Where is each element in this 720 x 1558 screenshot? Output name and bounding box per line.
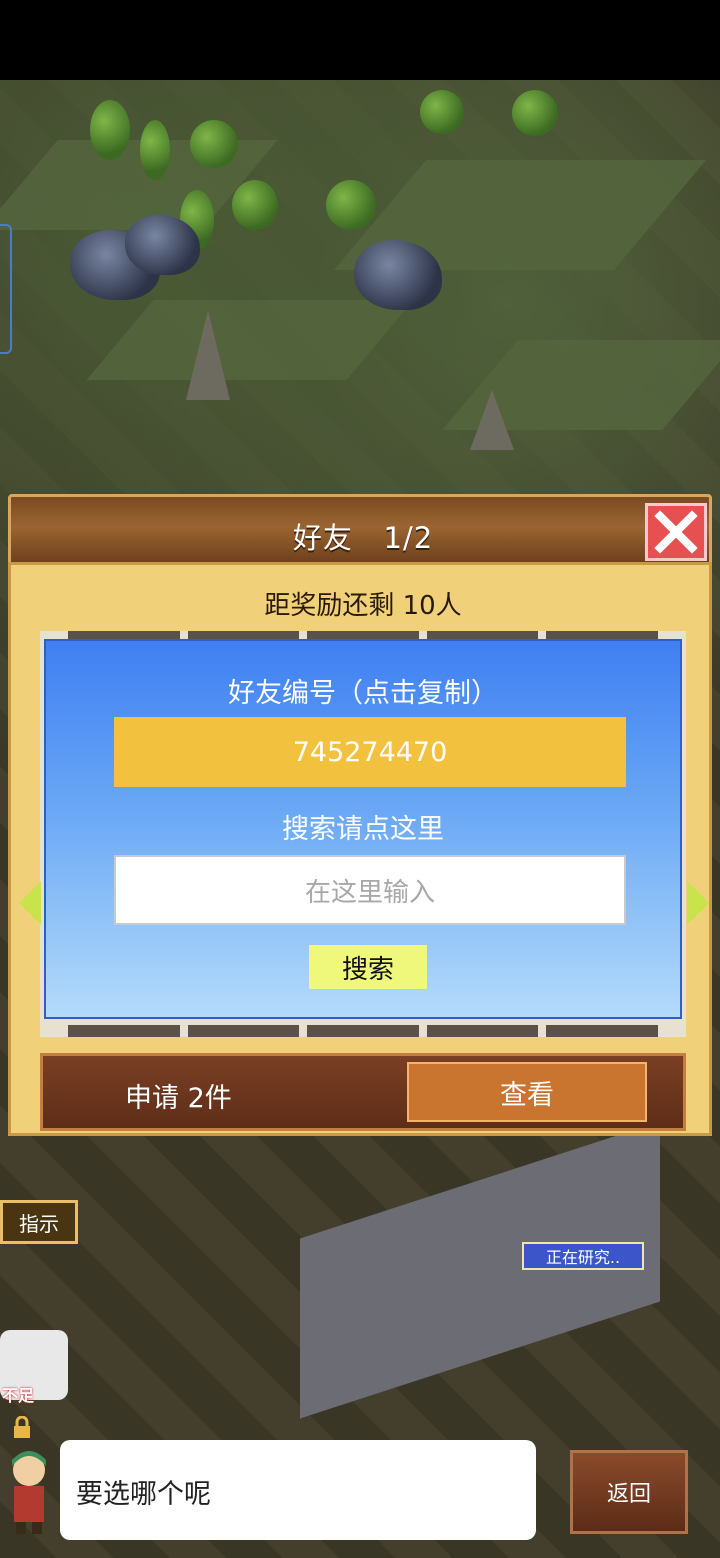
- back-button[interactable]: 返回: [570, 1450, 688, 1534]
- dialog-title: 好友 1/2: [11, 515, 715, 557]
- search-button[interactable]: 搜索: [309, 945, 427, 989]
- panel-bottom-tabs: [40, 1025, 686, 1037]
- grass-patch: [86, 300, 414, 380]
- friend-search-panel: 好友编号（点击复制） 745274470 搜索请点这里 在这里输入 搜索: [44, 639, 682, 1019]
- status-bar: [0, 0, 720, 80]
- search-label: 搜索请点这里: [282, 814, 444, 845]
- message-text: 要选哪个呢: [76, 1479, 211, 1510]
- reward-remaining-text: 距奖励还剩 10人: [264, 591, 462, 621]
- friend-requests-bar: 申请 2件 查看: [40, 1053, 686, 1131]
- dialog-body: 距奖励还剩 10人 好友编号（点击复制） 745274470 搜索请点这里 在这…: [8, 562, 712, 1136]
- lack-label: 不足: [2, 1386, 35, 1405]
- tree: [190, 120, 238, 168]
- tree: [512, 90, 558, 136]
- tree: [326, 180, 376, 230]
- arrow-right-icon[interactable]: [687, 881, 709, 925]
- friends-dialog: 好友 1/2 距奖励还剩 10人 好友编号（点击复制） 745274470 搜索…: [8, 494, 712, 1136]
- arrow-left-icon[interactable]: [19, 881, 41, 925]
- panel-top-tabs: [40, 631, 686, 639]
- dialog-page-indicator: 1/2: [383, 521, 434, 555]
- close-button[interactable]: [645, 503, 707, 561]
- search-input[interactable]: 在这里输入: [114, 855, 626, 925]
- requests-count: 申请 2件: [125, 1083, 232, 1114]
- lock-icon: [14, 1416, 30, 1438]
- dialog-header: 好友 1/2: [8, 494, 712, 566]
- rock-spire: [186, 310, 230, 400]
- rock-spire: [470, 390, 514, 450]
- tree: [420, 90, 464, 134]
- close-icon: [654, 510, 698, 554]
- tree: [140, 120, 170, 180]
- lack-status-badge[interactable]: 不足: [0, 1330, 68, 1438]
- dialog-title-text: 好友: [292, 521, 353, 555]
- tree: [232, 180, 278, 230]
- side-drawer-handle[interactable]: [0, 224, 12, 354]
- friend-id-label: 好友编号（点击复制）: [228, 678, 498, 709]
- view-requests-button[interactable]: 查看: [407, 1062, 647, 1122]
- tree: [90, 100, 130, 160]
- hint-button[interactable]: 指示: [0, 1200, 78, 1244]
- message-bubble: 要选哪个呢: [60, 1440, 536, 1540]
- friend-id-copy-field[interactable]: 745274470: [114, 717, 626, 787]
- researching-badge: 正在研究..: [522, 1242, 644, 1270]
- avatar-icon: [12, 1451, 46, 1534]
